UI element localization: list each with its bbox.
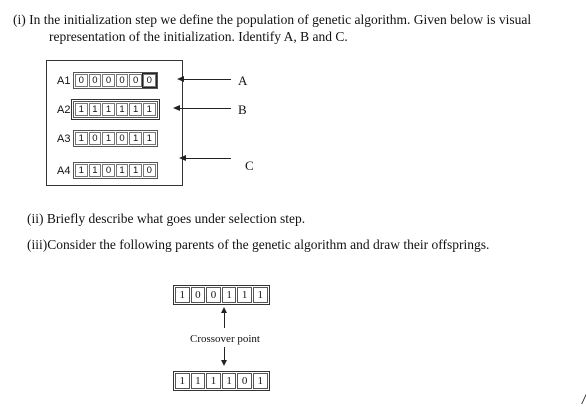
crossover-line-bottom <box>224 347 225 361</box>
label-b: B <box>238 102 247 117</box>
arrow-c-line <box>185 158 231 159</box>
chromosome-label: A1 <box>57 74 71 87</box>
gene: 0 <box>102 164 115 177</box>
gene: 0 <box>190 287 206 303</box>
gene: 1 <box>237 287 252 303</box>
gene: 1 <box>75 103 88 116</box>
corner-mark <box>573 392 586 404</box>
gene: 1 <box>252 287 268 303</box>
arrow-a-line <box>183 79 231 80</box>
gene: 0 <box>75 74 88 87</box>
gene: 1 <box>88 103 102 116</box>
chromosome-label: A4 <box>57 164 71 177</box>
parent-2: 1 1 1 1 0 1 <box>173 371 270 391</box>
arrow-b-line <box>179 108 231 109</box>
gene: 0 <box>115 74 129 87</box>
gene: 1 <box>115 103 129 116</box>
gene: 1 <box>88 164 102 177</box>
chromosome-a4: A4 1 1 0 1 1 0 <box>46 162 158 179</box>
gene: 1 <box>252 373 268 389</box>
gene: 1 <box>129 103 142 116</box>
gene: 1 <box>129 132 142 145</box>
gene: 0 <box>115 132 129 145</box>
gene: 1 <box>75 132 88 145</box>
gene: 1 <box>175 373 190 389</box>
arrow-down-icon <box>221 360 227 366</box>
gene: 1 <box>102 103 115 116</box>
gene: 0 <box>88 74 102 87</box>
label-c: C <box>245 158 254 173</box>
gene: 0 <box>129 74 142 87</box>
gene: 1 <box>142 103 156 116</box>
label-a: A <box>238 73 248 88</box>
gene: 1 <box>142 132 156 145</box>
chromosome-a2: A2 1 1 1 1 1 1 <box>46 99 160 120</box>
gene: 1 <box>129 164 142 177</box>
chromosome-a3: A3 1 0 1 0 1 1 <box>46 130 158 147</box>
question-2: (ii) Briefly describe what goes under se… <box>27 211 306 226</box>
question-3: (iii)Consider the following parents of t… <box>27 237 490 252</box>
gene: 1 <box>115 164 129 177</box>
gene: 1 <box>221 287 237 303</box>
gene: 0 <box>142 164 156 177</box>
chromosome-a1: A1 0 0 0 0 0 0 <box>46 72 158 89</box>
gene: 0 <box>102 74 115 87</box>
gene: 0 <box>88 132 102 145</box>
gene: 1 <box>190 373 206 389</box>
gene: 0 <box>237 373 252 389</box>
gene: 0 <box>206 287 221 303</box>
crossover-point-label: Crossover point <box>190 333 260 345</box>
chromosome-label: A2 <box>57 103 71 116</box>
gene: 1 <box>75 164 88 177</box>
gene-highlighted: 0 <box>142 73 157 88</box>
question-1-line-2: representation of the initialization. Id… <box>49 29 348 44</box>
parent-1: 1 0 0 1 1 1 <box>173 285 270 305</box>
crossover-line-top <box>224 312 225 328</box>
gene: 1 <box>206 373 221 389</box>
question-1-line-1: (i) In the initialization step we define… <box>13 12 532 27</box>
chromosome-label: A3 <box>57 132 71 145</box>
gene: 1 <box>221 373 237 389</box>
gene: 1 <box>175 287 190 303</box>
gene: 1 <box>102 132 115 145</box>
